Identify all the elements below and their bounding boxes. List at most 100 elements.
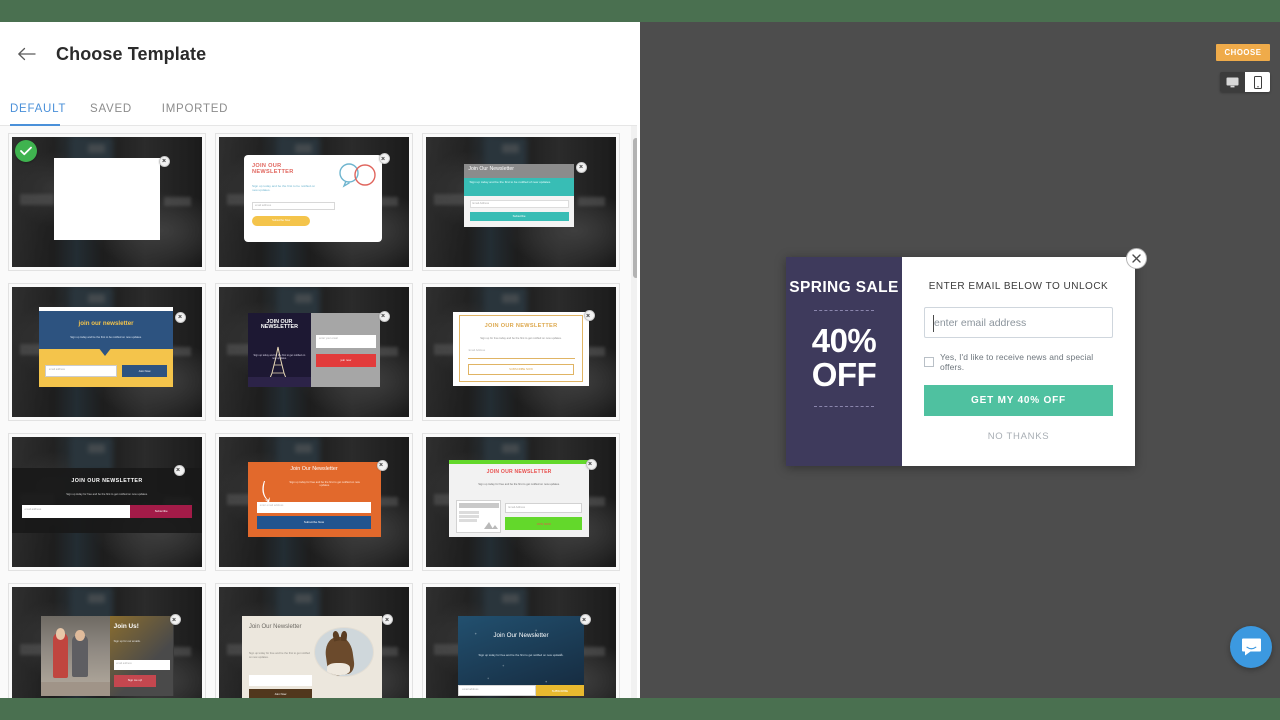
mini-subtitle: Sign up today for free and be the first … xyxy=(66,492,148,496)
template-card[interactable]: join our newsletter Sign up today and be… xyxy=(8,283,206,421)
mini-subtitle: Sign up today for free and be the first … xyxy=(478,653,564,658)
template-grid-scroll-area: JOIN OUR NEWSLETTER Sign up today and be… xyxy=(0,126,640,698)
choose-button[interactable]: CHOOSE xyxy=(1216,44,1270,61)
device-toggle[interactable] xyxy=(1220,72,1270,92)
template-card[interactable]: Join Our Newsletter Sign up today for fr… xyxy=(215,433,413,571)
mini-subtitle: Sign up today and be the first to be not… xyxy=(469,180,552,185)
mini-subtitle: Sign up today for free and be the first … xyxy=(248,652,310,659)
page-title: Choose Template xyxy=(56,43,207,64)
mini-button: Join Now xyxy=(138,368,151,373)
mini-title: Join Our Newsletter xyxy=(468,165,514,172)
mini-title: Join Our Newsletter xyxy=(493,632,549,640)
template-card[interactable]: JOIN OUR NEWSLETTER Sign up today for fr… xyxy=(8,433,206,571)
mini-subtitle: Sign up today and be the first to get no… xyxy=(253,353,306,360)
template-card[interactable]: JOIN OUR NEWSLETTER Sign up today for fr… xyxy=(422,433,620,571)
popup-headline: ENTER EMAIL BELOW TO UNLOCK xyxy=(928,281,1109,292)
mini-title: JOIN OUR NEWSLETTER xyxy=(486,469,552,476)
mini-title: Join Our Newsletter xyxy=(290,465,338,472)
popup-decline-link[interactable]: NO THANKS xyxy=(924,431,1113,442)
mini-subtitle: Sign up today for free and be the first … xyxy=(289,480,360,487)
template-card[interactable]: JOIN OUR NEWSLETTER Sign up today and be… xyxy=(215,283,413,421)
window-chrome-top xyxy=(0,0,1280,22)
preview-popup: SPRING SALE 40% OFF ENTER EMAIL BELOW TO… xyxy=(786,248,1147,466)
popup-discount-line2: OFF xyxy=(811,356,877,394)
mini-button: Subscribe Now xyxy=(303,520,325,525)
template-card[interactable]: Join Our Newsletter Sign up today for fr… xyxy=(215,583,413,698)
popup-left-panel: SPRING SALE 40% OFF xyxy=(786,257,902,466)
mini-placeholder: email address xyxy=(116,661,132,665)
mini-button: Sign me up! xyxy=(127,679,143,683)
popup-consent-checkbox[interactable] xyxy=(924,357,934,367)
mobile-icon[interactable] xyxy=(1245,72,1270,92)
popup-divider-top xyxy=(814,310,874,311)
template-grid: JOIN OUR NEWSLETTER Sign up today and be… xyxy=(0,126,632,698)
template-preview-image: Join Our Newsletter Sign up today for fr… xyxy=(219,587,409,698)
template-preview-image: Join Our Newsletter Sign up today for fr… xyxy=(426,587,616,698)
app-root: SPRING SALE 40% OFF ENTER EMAIL BELOW TO… xyxy=(0,0,1280,720)
template-tabs: DEFAULT SAVED IMPORTED xyxy=(0,86,640,126)
tab-imported[interactable]: IMPORTED xyxy=(160,103,230,125)
mini-placeholder: enter email address xyxy=(259,504,284,508)
template-preview-image: JOIN OUR NEWSLETTER Sign up for free tod… xyxy=(426,287,616,417)
template-card[interactable]: JOIN OUR NEWSLETTER Sign up for free tod… xyxy=(422,283,620,421)
popup-sale-label: SPRING SALE xyxy=(789,279,899,296)
popup-divider-bottom xyxy=(814,405,874,407)
template-preview-image: Join Our Newsletter Sign up today for fr… xyxy=(219,437,409,567)
popup-right-panel: ENTER EMAIL BELOW TO UNLOCK enter email … xyxy=(902,257,1135,466)
panel-edge xyxy=(637,22,640,698)
mini-subtitle: Sign up today and be the first to be not… xyxy=(70,336,142,340)
mini-title: JOIN OUR NEWSLETTER xyxy=(260,318,298,331)
arrow-left-icon[interactable] xyxy=(4,32,48,76)
template-preview-image: JOIN OUR NEWSLETTER Sign up today and be… xyxy=(219,137,409,267)
desktop-icon[interactable] xyxy=(1220,72,1245,92)
mini-placeholder: Email Address xyxy=(472,202,490,206)
chooser-header: Choose Template xyxy=(0,22,640,86)
tab-saved[interactable]: SAVED xyxy=(90,103,132,125)
chat-bubble-icon[interactable] xyxy=(1230,626,1272,668)
mini-button: JOIN NOW xyxy=(536,521,551,526)
mini-title: JOIN OUR NEWSLETTER xyxy=(71,477,143,484)
mini-placeholder: Email Address xyxy=(468,348,486,352)
selected-check-icon xyxy=(15,140,37,162)
popup-email-placeholder: enter email address xyxy=(934,316,1027,329)
template-preview-image: Join Our Newsletter Sign up today and be… xyxy=(426,137,616,267)
mini-title: Join Our Newsletter xyxy=(248,623,302,630)
mini-placeholder: email address xyxy=(462,687,479,691)
mini-title: join our newsletter xyxy=(78,320,134,327)
mini-button: join now xyxy=(340,358,352,363)
mini-title: JOIN OUR NEWSLETTER xyxy=(484,322,558,329)
mini-button: Join Now xyxy=(274,691,287,696)
mini-placeholder: email address xyxy=(24,507,42,511)
mini-subtitle: Sign up today for free and be the first … xyxy=(478,483,560,487)
tab-default[interactable]: DEFAULT xyxy=(10,103,65,126)
template-preview-image: JOIN OUR NEWSLETTER Sign up today for fr… xyxy=(12,437,202,567)
template-preview-image xyxy=(12,137,202,267)
popup-discount-line1: 40% xyxy=(811,322,877,359)
popup-email-input[interactable]: enter email address xyxy=(924,307,1113,338)
text-caret xyxy=(933,315,934,332)
mini-subtitle: Sign up for our emails. xyxy=(113,639,141,643)
mini-button: Subscribe xyxy=(512,214,526,219)
mini-subtitle: Sign up for free today and be the first … xyxy=(480,336,562,340)
mini-title: JOIN OUR NEWSLETTER xyxy=(252,162,294,175)
template-card[interactable]: Join Our Newsletter Sign up today for fr… xyxy=(422,583,620,698)
popup-cta-button[interactable]: GET MY 40% OFF xyxy=(924,385,1113,416)
mini-placeholder: Email Address xyxy=(508,505,526,509)
close-icon[interactable] xyxy=(1126,248,1147,269)
template-card[interactable]: Join Us! Sign up for our emails. email a… xyxy=(8,583,206,698)
template-preview-image: join our newsletter Sign up today and be… xyxy=(12,287,202,417)
popup-consent-label: Yes, I'd like to receive news and specia… xyxy=(940,352,1094,372)
mini-button: Subscribe xyxy=(154,509,168,514)
template-card[interactable]: Join Our Newsletter Sign up today and be… xyxy=(422,133,620,271)
template-card[interactable] xyxy=(8,133,206,271)
mini-placeholder: enter your email xyxy=(319,337,338,341)
mini-placeholder: email address xyxy=(48,367,65,371)
mini-title: Join Us! xyxy=(113,622,139,630)
template-preview-image: Join Us! Sign up for our emails. email a… xyxy=(12,587,202,698)
popup-consent-row[interactable]: Yes, I'd like to receive news and specia… xyxy=(924,352,1113,372)
mini-placeholder: email address xyxy=(255,204,272,208)
window-chrome-bottom xyxy=(0,698,1280,720)
template-preview-image: JOIN OUR NEWSLETTER Sign up today and be… xyxy=(219,287,409,417)
mini-button: SUBSCRIBE xyxy=(551,688,568,693)
template-card[interactable]: JOIN OUR NEWSLETTER Sign up today and be… xyxy=(215,133,413,271)
